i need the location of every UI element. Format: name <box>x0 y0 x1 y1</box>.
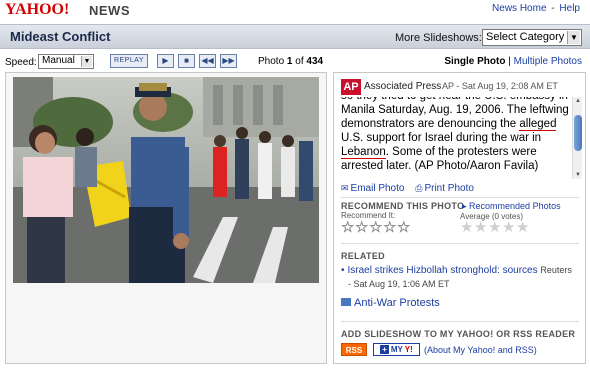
fast-forward-icon: ▶▶ <box>222 56 235 65</box>
related-story-link[interactable]: Israel strikes Hizbollah stronghold: sou… <box>348 265 538 276</box>
story-date: AP - Sat Aug 19, 2:08 AM ET <box>442 81 558 91</box>
photo-caption: so they tried to get near the U.S. embas… <box>341 97 573 173</box>
caption-underlined-2: Lebanon <box>341 146 386 159</box>
caption-scrollbar[interactable]: ▲ ▼ <box>572 97 582 179</box>
previous-button[interactable]: ◀◀ <box>199 54 216 68</box>
star-icon[interactable]: ☆ <box>383 218 397 237</box>
star-icon: ★ <box>516 219 531 236</box>
yahoo-logo[interactable]: YAHOO! <box>5 1 69 19</box>
yahoo-y-label: Y! <box>404 345 413 354</box>
speed-label: Speed: <box>5 57 37 68</box>
bullet-icon: • <box>341 265 345 276</box>
photo-actions: ✉ Email Photo ⎙ Print Photo <box>341 183 482 194</box>
stop-button[interactable]: ■ <box>178 54 195 68</box>
star-icon: ★ <box>474 219 489 236</box>
caption-text-2: U.S. support for Israel during the war i… <box>341 132 542 144</box>
related-story-date: - Sat Aug 19, 1:06 AM ET <box>348 279 450 289</box>
star-icon: ★ <box>488 219 503 236</box>
replay-button[interactable]: REPLAY <box>110 54 148 68</box>
related-story-source: Reuters <box>540 265 572 275</box>
average-star-rating: ★★★★★ <box>460 218 530 236</box>
photo-details-panel: AP Associated Press AP - Sat Aug 19, 2:0… <box>333 72 586 364</box>
recommend-star-rating[interactable]: ☆☆☆☆☆ <box>341 218 411 237</box>
star-icon: ★ <box>502 219 517 236</box>
slideshow-title: Mideast Conflict <box>10 29 111 44</box>
rewind-icon: ◀◀ <box>201 56 214 65</box>
related-item: • Israel strikes Hizbollah stronghold: so… <box>341 265 572 276</box>
photo-panel <box>5 72 327 364</box>
star-icon[interactable]: ☆ <box>397 218 411 237</box>
total-photos: 434 <box>306 56 324 67</box>
star-icon[interactable]: ☆ <box>355 218 369 237</box>
multiple-photos-link[interactable]: Multiple Photos <box>514 56 582 67</box>
divider <box>341 321 579 322</box>
top-links: News Home - Help <box>492 3 580 14</box>
chevron-down-icon: ▼ <box>81 56 92 67</box>
photo-counter: Photo 1 of 434 <box>258 56 323 67</box>
printer-icon: ⎙ <box>415 183 423 193</box>
slideshow-icon <box>341 298 351 306</box>
play-button[interactable]: ▶ <box>157 54 174 68</box>
view-mode-links: Single Photo | Multiple Photos <box>444 56 582 67</box>
agency-name: Associated Press <box>364 81 442 92</box>
plus-icon: + <box>380 345 389 354</box>
ap-logo: AP <box>341 79 361 95</box>
single-photo-link[interactable]: Single Photo <box>444 56 505 67</box>
anti-war-protests-label[interactable]: Anti-War Protests <box>354 297 440 309</box>
link-separator: - <box>551 3 555 14</box>
help-link[interactable]: Help <box>559 3 580 14</box>
next-button[interactable]: ▶▶ <box>220 54 237 68</box>
category-select[interactable]: Select Category ▼ <box>482 29 582 46</box>
page-header: YAHOO! NEWS News Home - Help <box>0 0 590 20</box>
about-my-yahoo-rss-link[interactable]: (About My Yahoo! and RSS) <box>424 345 537 355</box>
play-icon: ▶ <box>162 56 169 65</box>
view-separator: | <box>508 56 511 67</box>
star-icon[interactable]: ☆ <box>341 218 355 237</box>
add-slideshow-heading: ADD SLIDESHOW TO MY YAHOO! OR RSS READER <box>341 329 576 339</box>
scroll-up-icon[interactable]: ▲ <box>573 97 583 105</box>
my-label: MY <box>390 345 403 354</box>
scroll-thumb[interactable] <box>574 115 582 151</box>
star-icon: ★ <box>460 219 475 236</box>
recommended-photos-label[interactable]: Recommended Photos <box>469 201 561 211</box>
photo-word: Photo <box>258 56 285 67</box>
envelope-icon: ✉ <box>341 183 349 193</box>
recommend-heading: RECOMMEND THIS PHOTO <box>341 201 465 211</box>
divider <box>341 243 579 244</box>
divider <box>341 197 579 198</box>
add-to-my-yahoo-button[interactable]: + MY Y! <box>373 343 420 356</box>
protest-photo-illustration <box>13 77 319 283</box>
caption-underlined-1: alleged <box>519 118 557 131</box>
chevron-down-icon: ▼ <box>567 31 580 44</box>
star-icon[interactable]: ☆ <box>369 218 383 237</box>
of-word: of <box>295 56 304 67</box>
recommended-photos-link[interactable]: ▸ Recommended Photos <box>462 201 561 212</box>
print-photo-link[interactable]: Print Photo <box>424 183 473 194</box>
news-home-link[interactable]: News Home <box>492 3 546 14</box>
email-photo-link[interactable]: Email Photo <box>351 183 405 194</box>
anti-war-protests-link[interactable]: Anti-War Protests <box>341 297 440 309</box>
speed-select-value: Manual <box>42 55 75 66</box>
related-heading: RELATED <box>341 251 385 261</box>
rss-button[interactable]: RSS <box>341 343 367 356</box>
caption-scroll-area[interactable]: so they tried to get near the U.S. embas… <box>341 97 573 179</box>
category-select-value: Select Category <box>486 31 565 43</box>
slideshow-title-bar: Mideast Conflict More Slideshows: Select… <box>0 24 590 49</box>
news-section-label[interactable]: NEWS <box>89 3 130 18</box>
stop-icon: ■ <box>184 56 189 65</box>
current-photo-number: 1 <box>286 56 293 67</box>
speed-select[interactable]: Manual ▼ <box>38 54 94 69</box>
news-photo[interactable] <box>13 77 319 283</box>
scroll-down-icon[interactable]: ▼ <box>573 171 583 179</box>
more-slideshows-label: More Slideshows: <box>395 32 482 44</box>
